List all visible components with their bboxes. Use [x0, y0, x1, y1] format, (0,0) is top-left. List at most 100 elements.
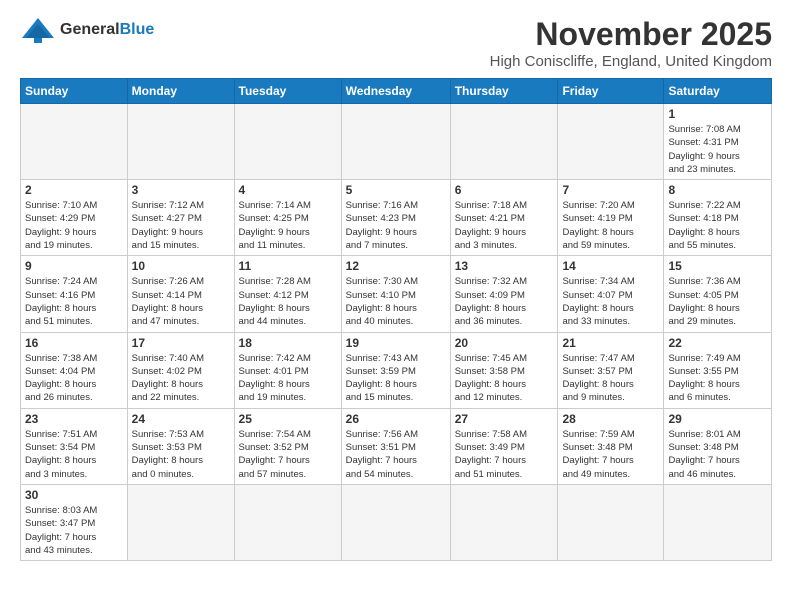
calendar-cell [341, 484, 450, 560]
calendar-cell: 17 Sunrise: 7:40 AM Sunset: 4:02 PM Dayli… [127, 332, 234, 408]
logo-icon [20, 16, 56, 44]
day-number: 19 [346, 336, 446, 350]
day-info: Sunrise: 8:03 AM Sunset: 3:47 PM Dayligh… [25, 504, 123, 557]
day-info: Sunrise: 7:45 AM Sunset: 3:58 PM Dayligh… [455, 352, 554, 405]
calendar-week-1: 2 Sunrise: 7:10 AM Sunset: 4:29 PM Daylig… [21, 180, 772, 256]
day-info: Sunrise: 8:01 AM Sunset: 3:48 PM Dayligh… [668, 428, 767, 481]
day-number: 6 [455, 183, 554, 197]
day-info: Sunrise: 7:54 AM Sunset: 3:52 PM Dayligh… [239, 428, 337, 481]
calendar-cell: 19 Sunrise: 7:43 AM Sunset: 3:59 PM Dayli… [341, 332, 450, 408]
calendar-cell [234, 104, 341, 180]
day-info: Sunrise: 7:20 AM Sunset: 4:19 PM Dayligh… [562, 199, 659, 252]
calendar-cell: 3Sunrise: 7:12 AM Sunset: 4:27 PM Daylig… [127, 180, 234, 256]
calendar-week-4: 23 Sunrise: 7:51 AM Sunset: 3:54 PM Dayli… [21, 408, 772, 484]
day-info: Sunrise: 7:34 AM Sunset: 4:07 PM Dayligh… [562, 275, 659, 328]
day-info: Sunrise: 7:49 AM Sunset: 3:55 PM Dayligh… [668, 352, 767, 405]
page: GeneralBlue November 2025 High Conisclif… [0, 0, 792, 571]
day-info: Sunrise: 7:08 AM Sunset: 4:31 PM Dayligh… [668, 123, 767, 176]
calendar-cell [127, 104, 234, 180]
day-info: Sunrise: 7:16 AM Sunset: 4:23 PM Dayligh… [346, 199, 446, 252]
weekday-header-tuesday: Tuesday [234, 79, 341, 104]
calendar-cell: 12Sunrise: 7:30 AM Sunset: 4:10 PM Dayli… [341, 256, 450, 332]
calendar-cell: 20 Sunrise: 7:45 AM Sunset: 3:58 PM Dayli… [450, 332, 558, 408]
weekday-header-friday: Friday [558, 79, 664, 104]
calendar-cell: 30 Sunrise: 8:03 AM Sunset: 3:47 PM Dayli… [21, 484, 128, 560]
calendar-cell: 29 Sunrise: 8:01 AM Sunset: 3:48 PM Dayli… [664, 408, 772, 484]
day-number: 22 [668, 336, 767, 350]
day-number: 24 [132, 412, 230, 426]
calendar-cell [234, 484, 341, 560]
calendar-header: SundayMondayTuesdayWednesdayThursdayFrid… [21, 79, 772, 104]
header: GeneralBlue November 2025 High Conisclif… [20, 16, 772, 70]
weekday-header-wednesday: Wednesday [341, 79, 450, 104]
day-number: 15 [668, 259, 767, 273]
calendar-cell: 11Sunrise: 7:28 AM Sunset: 4:12 PM Dayli… [234, 256, 341, 332]
day-number: 29 [668, 412, 767, 426]
day-info: Sunrise: 7:58 AM Sunset: 3:49 PM Dayligh… [455, 428, 554, 481]
calendar-cell [341, 104, 450, 180]
day-number: 21 [562, 336, 659, 350]
day-info: Sunrise: 7:10 AM Sunset: 4:29 PM Dayligh… [25, 199, 123, 252]
calendar-cell: 1Sunrise: 7:08 AM Sunset: 4:31 PM Daylig… [664, 104, 772, 180]
calendar-cell: 14 Sunrise: 7:34 AM Sunset: 4:07 PM Dayli… [558, 256, 664, 332]
day-number: 9 [25, 259, 123, 273]
day-info: Sunrise: 7:40 AM Sunset: 4:02 PM Dayligh… [132, 352, 230, 405]
calendar-cell: 16Sunrise: 7:38 AM Sunset: 4:04 PM Dayli… [21, 332, 128, 408]
day-info: Sunrise: 7:56 AM Sunset: 3:51 PM Dayligh… [346, 428, 446, 481]
day-number: 30 [25, 488, 123, 502]
day-info: Sunrise: 7:59 AM Sunset: 3:48 PM Dayligh… [562, 428, 659, 481]
day-number: 28 [562, 412, 659, 426]
calendar-body: 1Sunrise: 7:08 AM Sunset: 4:31 PM Daylig… [21, 104, 772, 561]
calendar-week-0: 1Sunrise: 7:08 AM Sunset: 4:31 PM Daylig… [21, 104, 772, 180]
calendar-week-2: 9 Sunrise: 7:24 AM Sunset: 4:16 PM Daylig… [21, 256, 772, 332]
day-number: 8 [668, 183, 767, 197]
day-info: Sunrise: 7:47 AM Sunset: 3:57 PM Dayligh… [562, 352, 659, 405]
calendar-cell: 21 Sunrise: 7:47 AM Sunset: 3:57 PM Dayli… [558, 332, 664, 408]
logo-general: General [60, 21, 120, 38]
day-number: 10 [132, 259, 230, 273]
day-info: Sunrise: 7:18 AM Sunset: 4:21 PM Dayligh… [455, 199, 554, 252]
calendar-cell: 26 Sunrise: 7:56 AM Sunset: 3:51 PM Dayli… [341, 408, 450, 484]
calendar-cell: 7 Sunrise: 7:20 AM Sunset: 4:19 PM Daylig… [558, 180, 664, 256]
day-number: 16 [25, 336, 123, 350]
day-number: 5 [346, 183, 446, 197]
day-number: 14 [562, 259, 659, 273]
weekday-header-sunday: Sunday [21, 79, 128, 104]
calendar-cell: 10Sunrise: 7:26 AM Sunset: 4:14 PM Dayli… [127, 256, 234, 332]
calendar-week-3: 16Sunrise: 7:38 AM Sunset: 4:04 PM Dayli… [21, 332, 772, 408]
day-number: 20 [455, 336, 554, 350]
day-info: Sunrise: 7:42 AM Sunset: 4:01 PM Dayligh… [239, 352, 337, 405]
weekday-header-thursday: Thursday [450, 79, 558, 104]
weekday-row: SundayMondayTuesdayWednesdayThursdayFrid… [21, 79, 772, 104]
calendar-cell: 23 Sunrise: 7:51 AM Sunset: 3:54 PM Dayli… [21, 408, 128, 484]
calendar-cell [21, 104, 128, 180]
calendar-cell: 2 Sunrise: 7:10 AM Sunset: 4:29 PM Daylig… [21, 180, 128, 256]
day-number: 2 [25, 183, 123, 197]
day-number: 26 [346, 412, 446, 426]
calendar-cell [558, 484, 664, 560]
day-number: 7 [562, 183, 659, 197]
day-number: 27 [455, 412, 554, 426]
logo: GeneralBlue [20, 16, 154, 44]
day-info: Sunrise: 7:36 AM Sunset: 4:05 PM Dayligh… [668, 275, 767, 328]
day-number: 17 [132, 336, 230, 350]
day-info: Sunrise: 7:53 AM Sunset: 3:53 PM Dayligh… [132, 428, 230, 481]
calendar-week-5: 30 Sunrise: 8:03 AM Sunset: 3:47 PM Dayli… [21, 484, 772, 560]
day-info: Sunrise: 7:51 AM Sunset: 3:54 PM Dayligh… [25, 428, 123, 481]
calendar-cell: 24 Sunrise: 7:53 AM Sunset: 3:53 PM Dayli… [127, 408, 234, 484]
calendar-cell [558, 104, 664, 180]
day-number: 11 [239, 259, 337, 273]
calendar-cell: 25Sunrise: 7:54 AM Sunset: 3:52 PM Dayli… [234, 408, 341, 484]
day-number: 23 [25, 412, 123, 426]
calendar-cell: 13Sunrise: 7:32 AM Sunset: 4:09 PM Dayli… [450, 256, 558, 332]
calendar-cell: 27 Sunrise: 7:58 AM Sunset: 3:49 PM Dayli… [450, 408, 558, 484]
calendar: SundayMondayTuesdayWednesdayThursdayFrid… [20, 78, 772, 561]
day-info: Sunrise: 7:32 AM Sunset: 4:09 PM Dayligh… [455, 275, 554, 328]
day-info: Sunrise: 7:24 AM Sunset: 4:16 PM Dayligh… [25, 275, 123, 328]
day-number: 18 [239, 336, 337, 350]
logo-blue: Blue [120, 21, 155, 38]
calendar-cell [127, 484, 234, 560]
day-info: Sunrise: 7:43 AM Sunset: 3:59 PM Dayligh… [346, 352, 446, 405]
calendar-cell [664, 484, 772, 560]
calendar-cell: 5 Sunrise: 7:16 AM Sunset: 4:23 PM Daylig… [341, 180, 450, 256]
